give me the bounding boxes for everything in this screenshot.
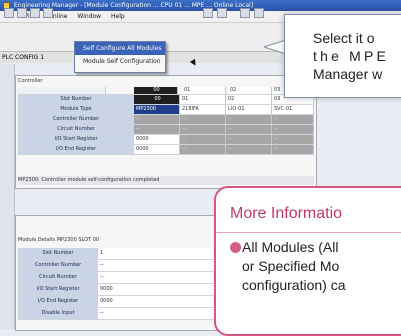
table-cell[interactable]: 0000	[98, 284, 228, 295]
row-label: Slot Number	[18, 95, 135, 104]
table-cell[interactable]: --	[180, 145, 226, 154]
online-dropdown-menu: Self Configure All Modules Module Self C…	[74, 41, 166, 73]
toolbar-tool-icon[interactable]	[240, 8, 250, 18]
print-icon[interactable]	[43, 8, 53, 18]
module-type-select[interactable]: SVC-01	[272, 105, 314, 114]
table-row: Circuit Number -- -- -- --	[18, 125, 314, 135]
table-cell[interactable]: 0000	[98, 296, 228, 307]
table-cell[interactable]: 00	[134, 95, 180, 104]
grid-header-row: 00 01 02 03	[18, 87, 314, 95]
controller-status: MP2300: Controller module self-configura…	[18, 176, 314, 185]
table-row: Module Type MP2300 218IFA LIO-01 SVC-01	[18, 105, 314, 115]
more-info-line-1: All Modules (All	[242, 239, 339, 255]
table-cell[interactable]: --	[226, 115, 272, 124]
table-row: Slot Number 1	[18, 248, 228, 260]
toolbar-tool-icon[interactable]	[254, 8, 264, 18]
table-cell[interactable]: 0000	[134, 145, 180, 154]
divider	[216, 232, 401, 233]
configuration-name: PLC CONFIG 1	[2, 54, 45, 61]
callout-text: Select it o the MPE Manager w	[313, 29, 401, 83]
row-label: Circuit Number	[18, 272, 99, 283]
controller-grid: 00 01 02 03	[18, 87, 314, 95]
toolbar-tool-icon[interactable]	[217, 8, 227, 18]
row-label: Controller Number	[18, 115, 135, 124]
module-type-select[interactable]: 218IFA	[180, 105, 226, 114]
table-cell[interactable]: 1	[98, 248, 228, 259]
table-row: Circuit Number --	[18, 272, 228, 284]
table-row: Disable Input --	[18, 308, 228, 320]
table-cell[interactable]: 02	[226, 95, 272, 104]
table-cell[interactable]: --	[134, 125, 180, 134]
module-panel-title: Module Details MP2300 SLOT 00	[18, 237, 100, 243]
module-type-select[interactable]: MP2300	[134, 105, 180, 114]
callout-line-3: Manager w	[313, 66, 383, 82]
new-icon[interactable]	[4, 8, 14, 18]
table-cell[interactable]: --	[98, 272, 228, 283]
table-cell[interactable]: --	[272, 135, 314, 144]
table-cell[interactable]: --	[272, 125, 314, 134]
table-row: I/O Start Register 0000 -- -- --	[18, 135, 314, 145]
row-label: Module Type	[18, 105, 135, 114]
table-row: Controller Number --	[18, 260, 228, 272]
table-cell[interactable]: --	[180, 135, 226, 144]
more-info-line-2: or Specified Mo	[242, 258, 340, 274]
row-label: I/O End Register	[18, 145, 135, 154]
table-row: I/O Start Register 0000	[18, 284, 228, 296]
open-icon[interactable]	[17, 8, 27, 18]
table-cell[interactable]: --	[180, 115, 226, 124]
menu-window[interactable]: Window	[73, 11, 105, 22]
table-cell[interactable]: --	[98, 260, 228, 271]
table-row: Slot Number 00 01 02 03	[18, 95, 314, 105]
more-information-box: More Informatio All Modules (All or Spec…	[214, 186, 401, 336]
table-row: I/O End Register 0000	[18, 296, 228, 308]
grid-header-slot[interactable]: 00	[134, 87, 178, 94]
table-cell[interactable]: --	[272, 115, 314, 124]
toolbar-tool-icon[interactable]	[203, 8, 213, 18]
row-label: Disable Input	[18, 308, 99, 319]
table-cell[interactable]: --	[226, 125, 272, 134]
row-label: I/O Start Register	[18, 135, 135, 144]
row-label: Controller Number	[18, 260, 99, 271]
module-rows: Slot Number 1 Controller Number -- Circu…	[18, 248, 228, 320]
table-cell[interactable]: --	[272, 145, 314, 154]
grid-header-col[interactable]: 01	[182, 87, 226, 94]
table-cell[interactable]: 0000	[134, 135, 180, 144]
more-info-line-3: configuration) ca	[242, 277, 346, 293]
controller-panel: Controller 00 01 02 03 Slot Number 00 01…	[15, 75, 317, 189]
table-cell[interactable]: 01	[180, 95, 226, 104]
table-row: Controller Number -- -- -- --	[18, 115, 314, 125]
row-label: Circuit Number	[18, 125, 135, 134]
window-title-bar: Engineering Manager - [Module Configurat…	[0, 0, 401, 11]
table-cell[interactable]: --	[180, 125, 226, 134]
callout-line-2: the MPE	[313, 48, 390, 64]
module-type-select[interactable]: LIO-01	[226, 105, 272, 114]
table-cell[interactable]: --	[98, 308, 228, 319]
more-information-body: All Modules (All or Specified Mo configu…	[230, 238, 346, 295]
table-row: I/O End Register 0000 -- -- --	[18, 145, 314, 155]
table-cell[interactable]: --	[226, 135, 272, 144]
module-details-panel: Module Details MP2300 SLOT 00 Slot Numbe…	[15, 215, 237, 331]
row-label: I/O End Register	[18, 296, 99, 307]
menu-help[interactable]: Help	[107, 11, 129, 22]
callout-box: Select it o the MPE Manager w	[284, 14, 401, 98]
controller-panel-title: Controller	[18, 78, 43, 84]
row-label: Slot Number	[18, 248, 99, 259]
menu-item-module-self-configuration[interactable]: Module Self Configuration	[75, 55, 165, 68]
table-cell[interactable]: --	[134, 115, 180, 124]
table-cell[interactable]: --	[226, 145, 272, 154]
row-label: I/O Start Register	[18, 284, 99, 295]
callout-line-1: Select it o	[313, 30, 375, 46]
bullet-icon	[230, 242, 241, 253]
left-ruler	[0, 64, 15, 329]
save-icon[interactable]	[30, 8, 40, 18]
grid-header-col[interactable]: 02	[228, 87, 272, 94]
controller-rows: Slot Number 00 01 02 03 Module Type MP23…	[18, 95, 314, 155]
menu-item-self-configure-all[interactable]: Self Configure All Modules	[75, 42, 165, 55]
more-information-title: More Informatio	[230, 205, 343, 222]
